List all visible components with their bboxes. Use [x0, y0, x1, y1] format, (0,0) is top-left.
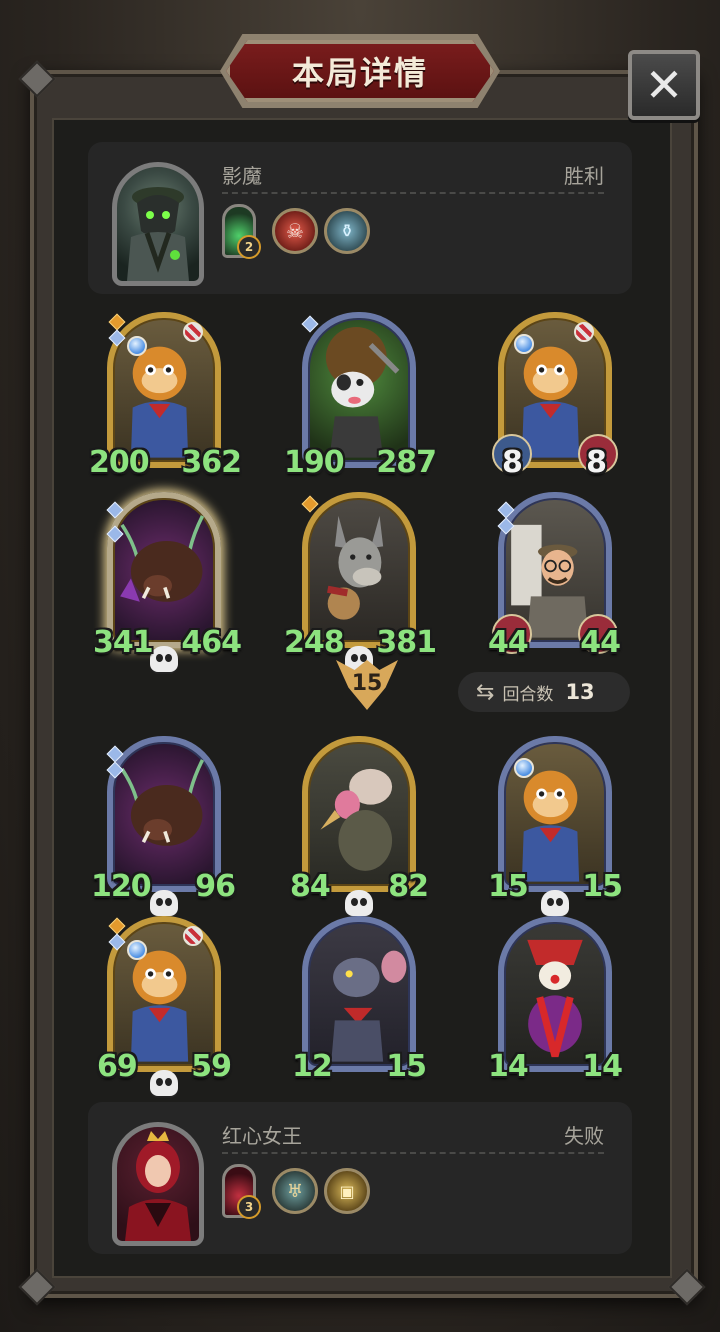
skull-icon	[345, 890, 373, 916]
attack-value: 44	[488, 625, 529, 660]
attack-value: 248	[284, 625, 345, 660]
turn-marker-value: 15	[351, 670, 383, 696]
rat-minion-art	[331, 950, 407, 1062]
minion-card[interactable]: 248 381	[284, 492, 437, 672]
minion-card[interactable]: 15 15	[488, 736, 623, 916]
health-value: 8	[586, 445, 607, 480]
boar-minion-art	[120, 515, 205, 602]
skull-mask-icon[interactable]: ☠	[272, 208, 318, 254]
donkey-bard-minion-art	[327, 515, 384, 620]
health-value: 287	[376, 445, 437, 480]
relic-count-badge: 2	[237, 235, 261, 259]
attack-value: 14	[488, 1049, 529, 1084]
result-top: 胜利	[564, 164, 604, 188]
minion-card[interactable]: 69 59	[97, 916, 232, 1096]
queen-relic-icon[interactable]: 3	[222, 1164, 261, 1219]
attack-value: 15	[488, 869, 529, 904]
skull-icon	[150, 890, 178, 916]
health-value: 464	[181, 625, 242, 660]
hero-portrait-top[interactable]	[112, 162, 204, 286]
attack-value: 69	[97, 1049, 138, 1084]
divider	[222, 192, 604, 194]
title-banner: 本局详情	[226, 40, 494, 102]
attack-value: 200	[89, 445, 150, 480]
health-value: 44	[580, 625, 621, 660]
minion-card[interactable]: 8 8	[492, 312, 618, 480]
minion-card[interactable]: 14 14	[488, 916, 623, 1084]
relic-count-badge: 3	[237, 1195, 261, 1219]
divider	[222, 1152, 604, 1154]
minion-card[interactable]: 44 44	[488, 492, 621, 660]
candy-orb-icon	[183, 926, 203, 946]
health-value: 362	[181, 445, 242, 480]
minion-card[interactable]: 341 464	[93, 492, 242, 672]
round-value: 13	[565, 680, 595, 704]
boar-minion-art	[120, 759, 205, 846]
hero-portrait-bottom[interactable]	[112, 1122, 204, 1246]
attack-value: 84	[290, 869, 331, 904]
skull-icon	[150, 1070, 178, 1096]
page-title: 本局详情	[291, 54, 428, 92]
blue-orb-icon	[514, 758, 534, 778]
treasure-chest-icon[interactable]: ▣	[324, 1168, 370, 1214]
round-label: 回合数	[502, 684, 554, 705]
health-value: 14	[582, 1049, 623, 1084]
result-bottom: 失败	[564, 1124, 604, 1148]
blue-orb-icon	[127, 940, 147, 960]
close-icon: ✕	[644, 58, 684, 112]
minion-card[interactable]: 200 362	[89, 312, 242, 480]
attack-value: 8	[502, 445, 523, 480]
dog-miner-minion-art	[325, 326, 400, 458]
blue-orb-icon	[127, 336, 147, 356]
health-value: 82	[388, 869, 429, 904]
minion-card[interactable]: 190 287	[284, 312, 437, 480]
relic-list-top: 2 ☠ ⚱	[222, 204, 370, 259]
skull-icon	[541, 890, 569, 916]
player-panel-bottom: 红心女王 失败 3 ♅ ▣	[88, 1102, 632, 1254]
minion-card[interactable]: 12 15	[292, 916, 427, 1084]
skull-icon	[150, 646, 178, 672]
blue-orb-icon	[514, 334, 534, 354]
relic-list-bottom: 3 ♅ ▣	[222, 1164, 370, 1219]
hero-name-top: 影魔	[222, 164, 262, 188]
attack-value: 190	[284, 445, 345, 480]
health-value: 15	[582, 869, 623, 904]
vulture-minion-art	[320, 768, 393, 871]
queen-of-hearts-hero-icon	[125, 1131, 191, 1241]
player-panel-top: 影魔 胜利 2 ☠ ⚱	[88, 142, 632, 294]
attack-value: 341	[93, 625, 154, 660]
health-value: 381	[376, 625, 437, 660]
close-button[interactable]: ✕	[628, 50, 700, 120]
round-count-pill: ⇆ 回合数 13	[458, 672, 630, 712]
horn-icon[interactable]: ♅	[272, 1168, 318, 1214]
clown-minion-art	[527, 939, 583, 1058]
health-value: 59	[191, 1049, 232, 1084]
minion-card[interactable]: 120 96	[91, 736, 236, 916]
ghost-relic-icon[interactable]: 2	[222, 204, 261, 259]
shadow-demon-hero-icon	[127, 187, 189, 281]
minion-card[interactable]: 84 82	[290, 736, 429, 916]
repeat-icon: ⇆	[476, 679, 495, 705]
candy-orb-icon	[183, 322, 203, 342]
health-value: 96	[195, 869, 236, 904]
attack-value: 12	[292, 1049, 333, 1084]
candy-orb-icon	[574, 322, 594, 342]
health-value: 15	[386, 1049, 427, 1084]
attack-value: 120	[91, 869, 152, 904]
hero-name-bottom: 红心女王	[222, 1124, 302, 1148]
potion-jar-icon[interactable]: ⚱	[324, 208, 370, 254]
